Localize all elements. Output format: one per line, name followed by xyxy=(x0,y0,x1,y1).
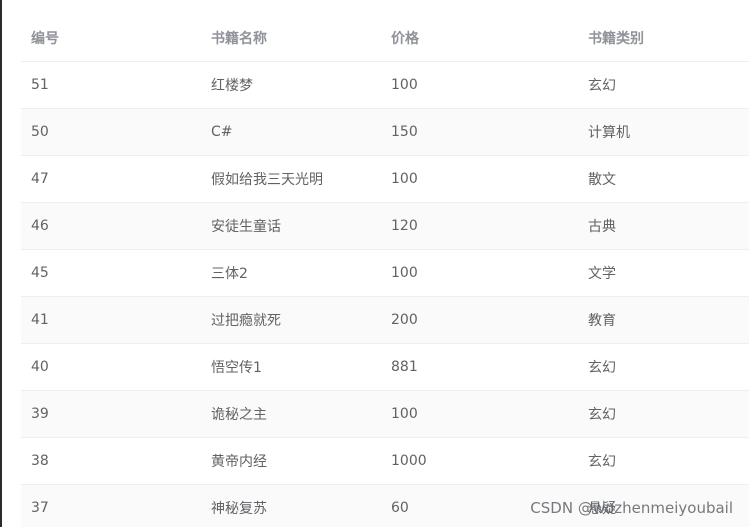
cell-name: 悟空传1 xyxy=(211,360,262,376)
cell-id: 37 xyxy=(31,500,49,516)
page: 编号 书籍名称 价格 书籍类别 51 红楼梦 100 玄幻 50 C# 150 … xyxy=(0,0,749,527)
books-table: 编号 书籍名称 价格 书籍类别 51 红楼梦 100 玄幻 50 C# 150 … xyxy=(21,14,749,527)
cell-name: 三体2 xyxy=(211,266,248,282)
cell-name: 过把瘾就死 xyxy=(211,313,281,329)
cell-id: 47 xyxy=(31,171,49,187)
cell-price: 120 xyxy=(391,218,418,234)
cell-category: 散文 xyxy=(588,172,616,188)
table-row[interactable]: 38 黄帝内经 1000 玄幻 xyxy=(21,438,749,485)
cell-category: 玄幻 xyxy=(588,78,616,94)
cell-id: 41 xyxy=(31,312,49,328)
table-header-row: 编号 书籍名称 价格 书籍类别 xyxy=(21,14,749,62)
cell-price: 100 xyxy=(391,171,418,187)
cell-id: 40 xyxy=(31,359,49,375)
cell-price: 150 xyxy=(391,124,418,140)
left-border xyxy=(0,0,2,527)
table-row[interactable]: 46 安徒生童话 120 古典 xyxy=(21,203,749,250)
cell-id: 45 xyxy=(31,265,49,281)
cell-id: 46 xyxy=(31,218,49,234)
table-row[interactable]: 39 诡秘之主 100 玄幻 xyxy=(21,391,749,438)
cell-category: 文学 xyxy=(588,266,616,282)
cell-category: 计算机 xyxy=(588,125,630,141)
cell-name: 红楼梦 xyxy=(211,78,253,94)
header-price[interactable]: 价格 xyxy=(391,14,419,61)
cell-name: 安徒生童话 xyxy=(211,219,281,235)
cell-name: 诡秘之主 xyxy=(211,407,267,423)
cell-category: 教育 xyxy=(588,313,616,329)
cell-name: C# xyxy=(211,124,233,140)
cell-price: 60 xyxy=(391,500,409,516)
watermark: CSDN @wozhenmeiyoubail xyxy=(530,499,733,517)
cell-price: 100 xyxy=(391,406,418,422)
cell-price: 200 xyxy=(391,312,418,328)
header-category[interactable]: 书籍类别 xyxy=(588,14,644,61)
cell-id: 51 xyxy=(31,77,49,93)
cell-price: 1000 xyxy=(391,453,427,469)
cell-id: 50 xyxy=(31,124,49,140)
cell-name: 假如给我三天光明 xyxy=(211,172,323,188)
cell-id: 38 xyxy=(31,453,49,469)
header-id[interactable]: 编号 xyxy=(31,14,59,61)
cell-name: 黄帝内经 xyxy=(211,454,267,470)
cell-price: 100 xyxy=(391,77,418,93)
cell-name: 神秘复苏 xyxy=(211,501,267,517)
cell-category: 玄幻 xyxy=(588,407,616,423)
cell-id: 39 xyxy=(31,406,49,422)
header-name[interactable]: 书籍名称 xyxy=(211,14,267,61)
cell-price: 881 xyxy=(391,359,418,375)
table-row[interactable]: 51 红楼梦 100 玄幻 xyxy=(21,62,749,109)
cell-price: 100 xyxy=(391,265,418,281)
table-row[interactable]: 47 假如给我三天光明 100 散文 xyxy=(21,156,749,203)
table-row[interactable]: 41 过把瘾就死 200 教育 xyxy=(21,297,749,344)
cell-category: 玄幻 xyxy=(588,360,616,376)
table-row[interactable]: 50 C# 150 计算机 xyxy=(21,109,749,156)
cell-category: 古典 xyxy=(588,219,616,235)
table-row[interactable]: 40 悟空传1 881 玄幻 xyxy=(21,344,749,391)
cell-category: 玄幻 xyxy=(588,454,616,470)
table-row[interactable]: 45 三体2 100 文学 xyxy=(21,250,749,297)
